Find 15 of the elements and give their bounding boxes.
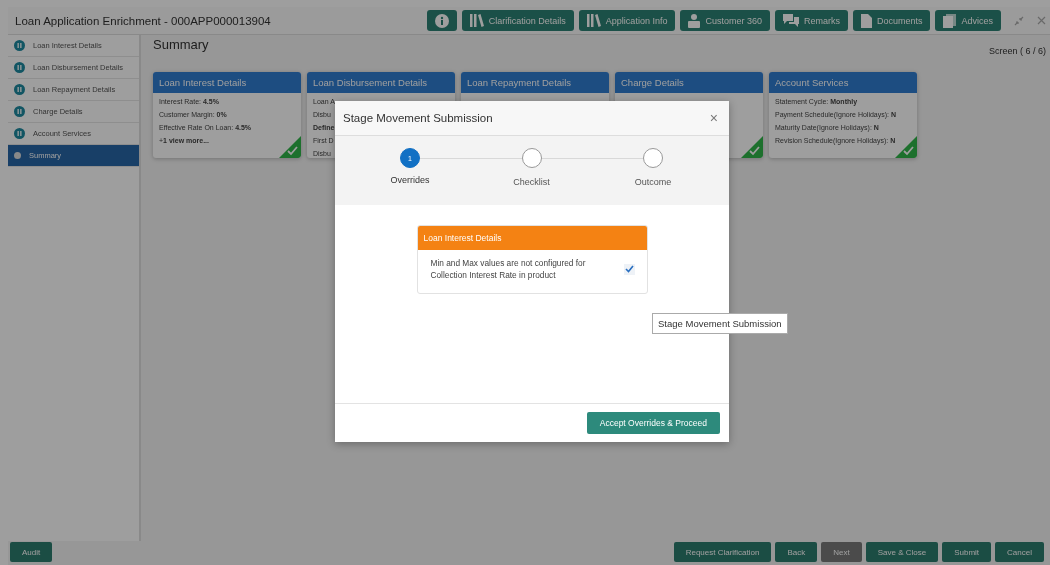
card-title: Loan Disbursement Details [307,72,455,93]
card-title: Loan Interest Details [153,72,301,93]
card-title: Loan Repayment Details [461,72,609,93]
step-label: Overrides [390,175,430,185]
modal-title: Stage Movement Submission [343,112,493,124]
tooltip: Stage Movement Submission [652,313,788,334]
screen-counter: Screen ( 6 / 6) [988,46,1046,56]
page-title: Summary [153,37,209,52]
step-label: Outcome [634,177,672,187]
card-title: Account Services [769,72,917,93]
override-message: Min and Max values are not configured for Collection Interest Rate in product [430,257,587,281]
step-label: Checklist [513,177,550,187]
card-title: Charge Details [615,72,763,93]
override-card-title: Loan Interest Details [417,226,647,250]
window-title: Loan Application Enrichment - 000APP000013904 [15,14,271,27]
